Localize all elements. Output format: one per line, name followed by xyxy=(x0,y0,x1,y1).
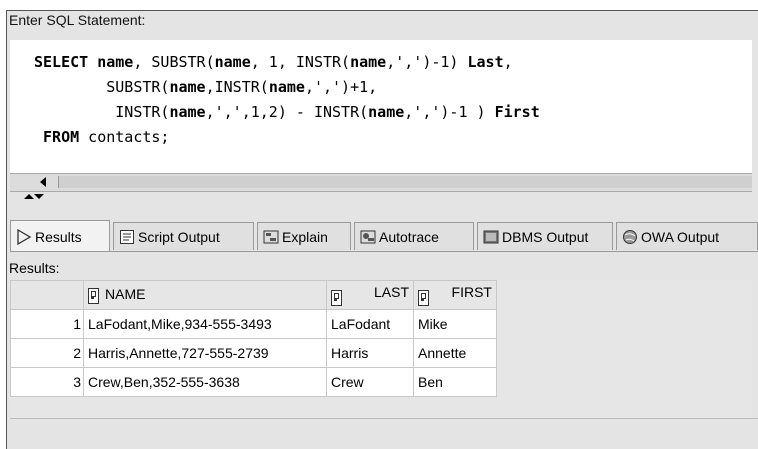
column-header-name[interactable]: NAME xyxy=(83,280,327,310)
tab-script-output[interactable]: Script Output xyxy=(113,222,254,250)
dbms-output-icon xyxy=(483,229,499,245)
results-table: NAME LAST FIRST 1 LaFodant,Mike,934-555-… xyxy=(10,280,497,397)
cell-first[interactable]: Ben xyxy=(413,367,497,397)
column-type-icon xyxy=(331,290,342,306)
cell-last[interactable]: Harris xyxy=(326,338,414,368)
column-type-icon xyxy=(418,290,429,306)
scroll-left-arrow-icon[interactable] xyxy=(40,177,46,187)
tab-owa-output[interactable]: OWA Output xyxy=(616,222,758,250)
pane-splitter[interactable] xyxy=(10,192,752,206)
row-number: 2 xyxy=(10,338,84,368)
tab-label: Results xyxy=(35,228,82,245)
sql-editor[interactable]: SELECT name, SUBSTR(name, 1, INSTR(name,… xyxy=(10,40,752,173)
cell-last[interactable]: Crew xyxy=(326,367,414,397)
owa-globe-icon xyxy=(622,229,638,245)
table-header-row: NAME LAST FIRST xyxy=(10,280,497,310)
tab-label: Explain xyxy=(282,228,328,245)
row-number: 1 xyxy=(10,309,84,339)
tab-label: Autotrace xyxy=(379,228,439,245)
cell-name[interactable]: Harris,Annette,727-555-2739 xyxy=(83,338,327,368)
autotrace-icon xyxy=(360,229,376,245)
sql-keyword: SELECT xyxy=(34,53,89,71)
cell-first[interactable]: Annette xyxy=(413,338,497,368)
script-icon xyxy=(119,229,135,245)
row-number-header xyxy=(10,280,84,310)
tab-autotrace[interactable]: Autotrace xyxy=(354,222,474,250)
cell-first[interactable]: Mike xyxy=(413,309,497,339)
output-tab-bar: Results Script Output Explain Autotrace … xyxy=(10,210,758,252)
column-header-first[interactable]: FIRST xyxy=(413,280,497,310)
tab-divider xyxy=(10,251,758,252)
results-grid-area: NAME LAST FIRST 1 LaFodant,Mike,934-555-… xyxy=(10,280,752,418)
collapse-down-icon[interactable] xyxy=(34,194,44,199)
tab-results[interactable]: Results xyxy=(10,220,110,252)
tab-label: OWA Output xyxy=(641,228,720,245)
row-number: 3 xyxy=(10,367,84,397)
results-label: Results: xyxy=(9,260,60,276)
column-type-icon xyxy=(88,287,99,304)
collapse-up-icon[interactable] xyxy=(24,194,34,199)
sql-text: SELECT name, SUBSTR(name, 1, INSTR(name,… xyxy=(34,53,540,146)
sql-prompt-label: Enter SQL Statement: xyxy=(9,12,146,28)
scrollbar-thumb[interactable] xyxy=(58,176,752,188)
table-row[interactable]: 1 LaFodant,Mike,934-555-3493 LaFodant Mi… xyxy=(10,309,497,339)
column-header-last[interactable]: LAST xyxy=(326,280,414,310)
tab-label: DBMS Output xyxy=(502,228,589,245)
cell-last[interactable]: LaFodant xyxy=(326,309,414,339)
play-triangle-icon xyxy=(16,228,32,245)
tab-dbms-output[interactable]: DBMS Output xyxy=(477,222,613,250)
status-strip xyxy=(10,418,758,439)
table-row[interactable]: 2 Harris,Annette,727-555-2739 Harris Ann… xyxy=(10,338,497,368)
table-row[interactable]: 3 Crew,Ben,352-555-3638 Crew Ben xyxy=(10,367,497,397)
tab-explain[interactable]: Explain xyxy=(257,222,351,250)
editor-horizontal-scrollbar[interactable] xyxy=(10,173,752,192)
cell-name[interactable]: Crew,Ben,352-555-3638 xyxy=(83,367,327,397)
explain-plan-icon xyxy=(263,229,279,245)
cell-name[interactable]: LaFodant,Mike,934-555-3493 xyxy=(83,309,327,339)
tab-label: Script Output xyxy=(138,228,220,245)
